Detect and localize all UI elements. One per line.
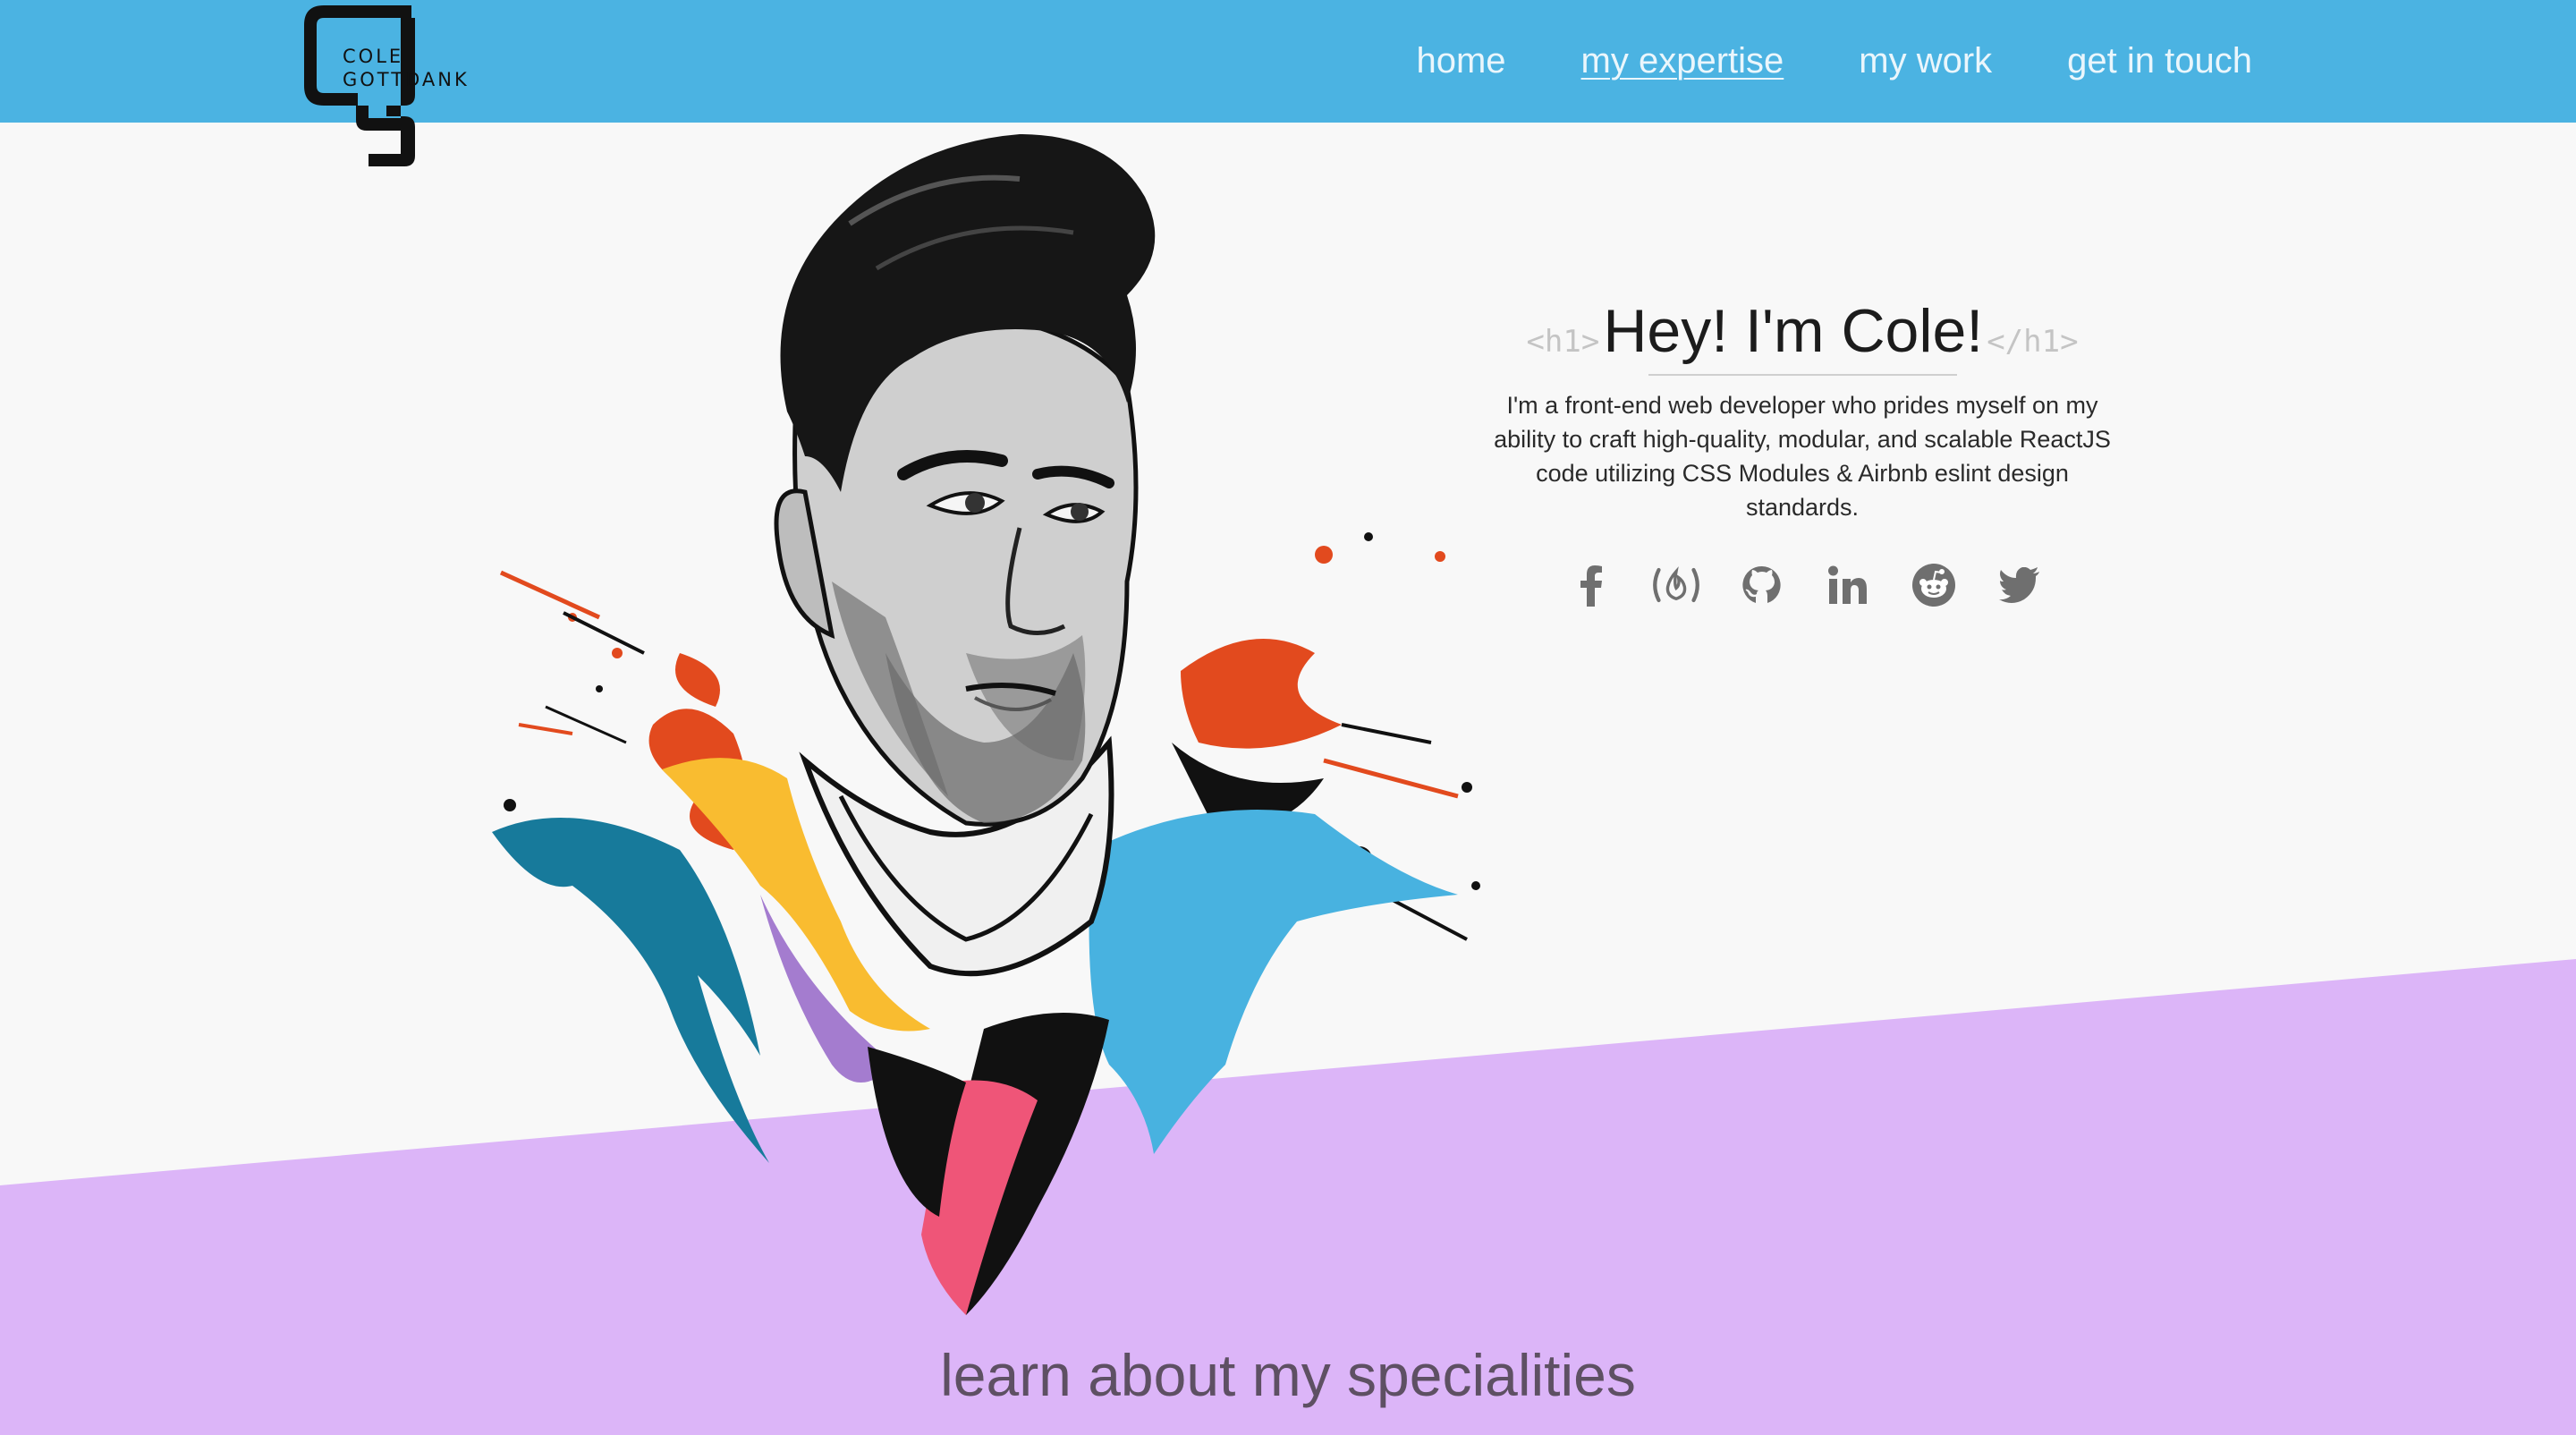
page: COLE GOTTDANK home my expertise my work … xyxy=(0,0,2576,1435)
reddit-link[interactable] xyxy=(1909,560,1959,610)
logo-line-2: GOTTDANK xyxy=(343,69,470,90)
h1-open-tag: <h1> xyxy=(1526,324,1600,360)
freecodecamp-icon xyxy=(1653,566,1699,603)
nav-link-get-in-touch[interactable]: get in touch xyxy=(2067,38,2252,84)
hero: <h1> Hey! I'm Cole! </h1> I'm a front-en… xyxy=(1476,295,2129,610)
hero-title: Hey! I'm Cole! xyxy=(1603,297,1984,365)
logo[interactable]: COLE GOTTDANK xyxy=(304,5,483,166)
twitter-link[interactable] xyxy=(1995,560,2045,610)
hero-divider xyxy=(1648,374,1957,376)
linkedin-link[interactable] xyxy=(1823,560,1873,610)
section-heading: learn about my specialities xyxy=(940,1342,1636,1408)
github-link[interactable] xyxy=(1737,560,1787,610)
reddit-icon xyxy=(1912,564,1955,607)
social-links xyxy=(1481,560,2129,610)
nav-link-home[interactable]: home xyxy=(1416,38,1505,84)
freecodecamp-link[interactable] xyxy=(1651,560,1701,610)
logo-line-1: COLE xyxy=(343,46,404,67)
github-icon xyxy=(1742,565,1781,603)
logo-text: COLE GOTTDANK xyxy=(343,45,470,91)
facebook-icon xyxy=(1580,565,1602,607)
facebook-link[interactable] xyxy=(1565,560,1615,610)
nav-link-my-expertise[interactable]: my expertise xyxy=(1581,38,1784,84)
portrait-illustration xyxy=(492,134,1480,1315)
twitter-icon xyxy=(1999,567,2039,603)
hero-description: I'm a front-end web developer who prides… xyxy=(1494,392,2111,521)
linkedin-icon xyxy=(1828,565,1867,604)
h1-close-tag: </h1> xyxy=(1987,324,2079,360)
hero-title-row: <h1> Hey! I'm Cole! </h1> xyxy=(1476,295,2129,367)
nav-link-my-work[interactable]: my work xyxy=(1859,38,1992,84)
nav-links: home my expertise my work get in touch xyxy=(1341,38,2252,84)
